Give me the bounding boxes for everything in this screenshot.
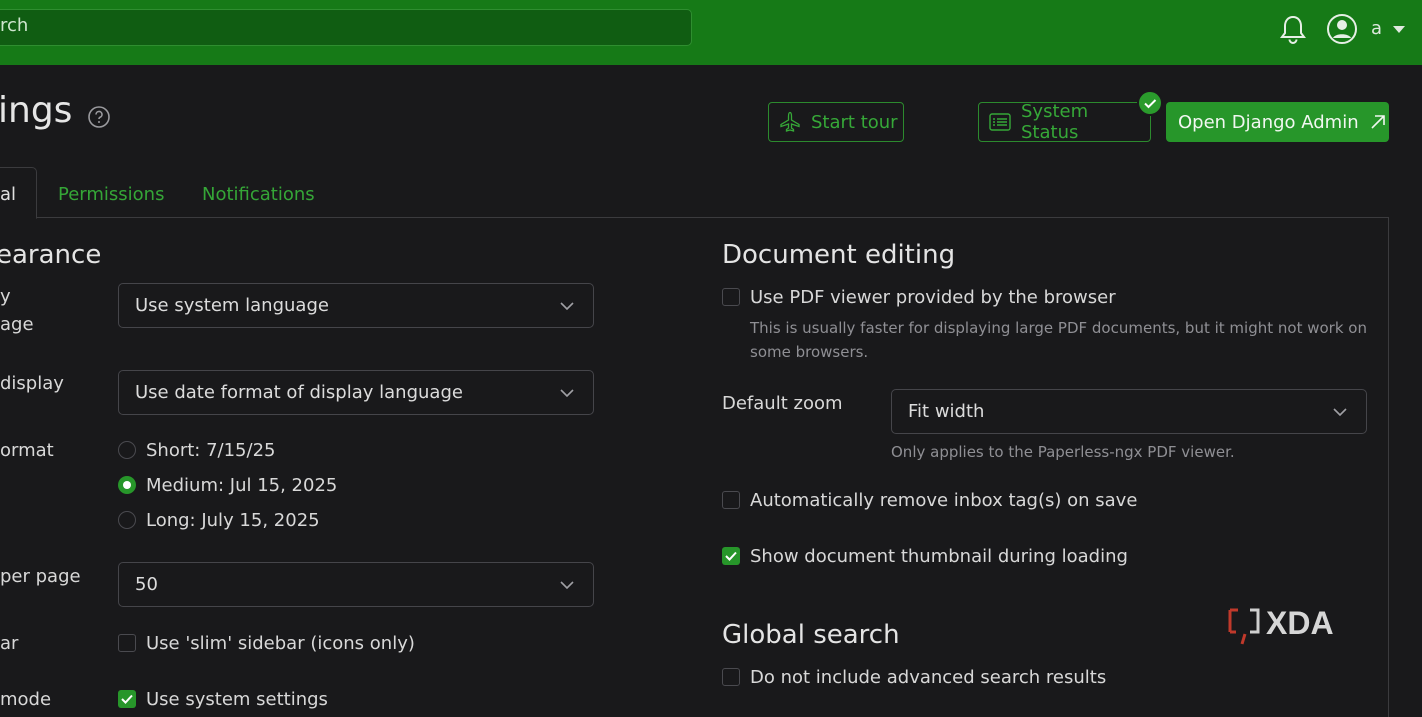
display-language-value: Use system language <box>135 295 329 316</box>
xda-watermark-logo: XDA <box>1228 604 1362 648</box>
search-input[interactable] <box>0 9 692 46</box>
pdf-viewer-hint-line1: This is usually faster for displaying la… <box>750 319 1367 337</box>
check-icon <box>725 551 737 561</box>
chevron-down-icon <box>560 389 574 397</box>
show-thumbnail-label[interactable]: Show document thumbnail during loading <box>750 546 1128 567</box>
items-per-page-select[interactable]: 50 <box>118 562 594 607</box>
chevron-down-icon <box>1333 408 1347 416</box>
default-zoom-value: Fit width <box>908 401 985 422</box>
open-django-admin-button[interactable]: Open Django Admin <box>1166 102 1389 142</box>
pdf-viewer-checkbox[interactable] <box>722 288 740 306</box>
date-format-long-label[interactable]: Long: July 15, 2025 <box>146 510 320 531</box>
appearance-heading: earance <box>0 240 102 270</box>
date-format-long-radio[interactable] <box>118 511 136 529</box>
system-status-label: System Status <box>1021 101 1089 143</box>
start-tour-button[interactable]: Start tour <box>768 102 904 142</box>
page-title: ings <box>0 90 73 131</box>
date-format-short-radio[interactable] <box>118 441 136 459</box>
advanced-search-label[interactable]: Do not include advanced search results <box>750 667 1106 688</box>
tab-notifications[interactable]: Notifications <box>202 184 315 205</box>
items-per-page-label: per page <box>0 566 81 587</box>
display-language-label-line1: y <box>0 286 11 307</box>
display-language-select[interactable]: Use system language <box>118 283 594 328</box>
check-icon <box>121 694 133 704</box>
document-editing-heading: Document editing <box>722 240 956 270</box>
user-name[interactable]: a <box>1371 18 1382 39</box>
airplane-icon <box>779 111 801 133</box>
date-format-short-label[interactable]: Short: 7/15/25 <box>146 440 275 461</box>
tab-general-label[interactable]: al <box>0 184 16 205</box>
slim-sidebar-label[interactable]: Use 'slim' sidebar (icons only) <box>146 633 415 654</box>
user-avatar-icon[interactable] <box>1326 13 1358 45</box>
user-menu-caret-icon[interactable] <box>1393 26 1405 33</box>
start-tour-label: Start tour <box>811 111 898 133</box>
slim-sidebar-checkbox[interactable] <box>118 634 136 652</box>
date-display-value: Use date format of display language <box>135 382 463 403</box>
notifications-bell-icon[interactable] <box>1278 14 1308 46</box>
tab-permissions[interactable]: Permissions <box>58 184 164 205</box>
status-list-icon <box>989 113 1011 131</box>
remove-inbox-tags-label[interactable]: Automatically remove inbox tag(s) on sav… <box>750 490 1137 511</box>
date-display-select[interactable]: Use date format of display language <box>118 370 594 415</box>
default-zoom-select[interactable]: Fit width <box>891 389 1367 434</box>
panel-border <box>1388 217 1389 717</box>
default-zoom-hint: Only applies to the Paperless-ngx PDF vi… <box>891 443 1235 461</box>
help-icon[interactable] <box>88 106 110 128</box>
show-thumbnail-checkbox[interactable] <box>722 547 740 565</box>
chevron-down-icon <box>560 581 574 589</box>
tab-divider <box>0 217 1389 218</box>
default-zoom-label: Default zoom <box>722 393 843 414</box>
date-format-medium-radio[interactable] <box>118 476 136 494</box>
open-django-admin-label: Open Django Admin <box>1178 111 1359 133</box>
system-settings-label[interactable]: Use system settings <box>146 689 328 710</box>
system-status-button[interactable]: System Status <box>978 101 1151 143</box>
search-placeholder: rch <box>0 15 29 36</box>
items-per-page-value: 50 <box>135 574 158 595</box>
dark-mode-label: mode <box>0 689 52 710</box>
pdf-viewer-label[interactable]: Use PDF viewer provided by the browser <box>750 287 1116 308</box>
date-display-label: display <box>0 373 64 394</box>
advanced-search-checkbox[interactable] <box>722 668 740 686</box>
svg-text:XDA: XDA <box>1266 605 1334 641</box>
chevron-down-icon <box>560 302 574 310</box>
global-search-heading: Global search <box>722 620 900 650</box>
display-language-label-line2: age <box>0 314 34 335</box>
external-arrow-icon <box>1369 113 1387 131</box>
pdf-viewer-hint-line2: some browsers. <box>750 343 869 361</box>
remove-inbox-tags-checkbox[interactable] <box>722 491 740 509</box>
system-settings-checkbox[interactable] <box>118 690 136 708</box>
sidebar-label: ar <box>0 633 19 654</box>
date-format-label: ormat <box>0 440 54 461</box>
status-ok-check-icon <box>1137 90 1163 116</box>
date-format-medium-label[interactable]: Medium: Jul 15, 2025 <box>146 475 337 496</box>
